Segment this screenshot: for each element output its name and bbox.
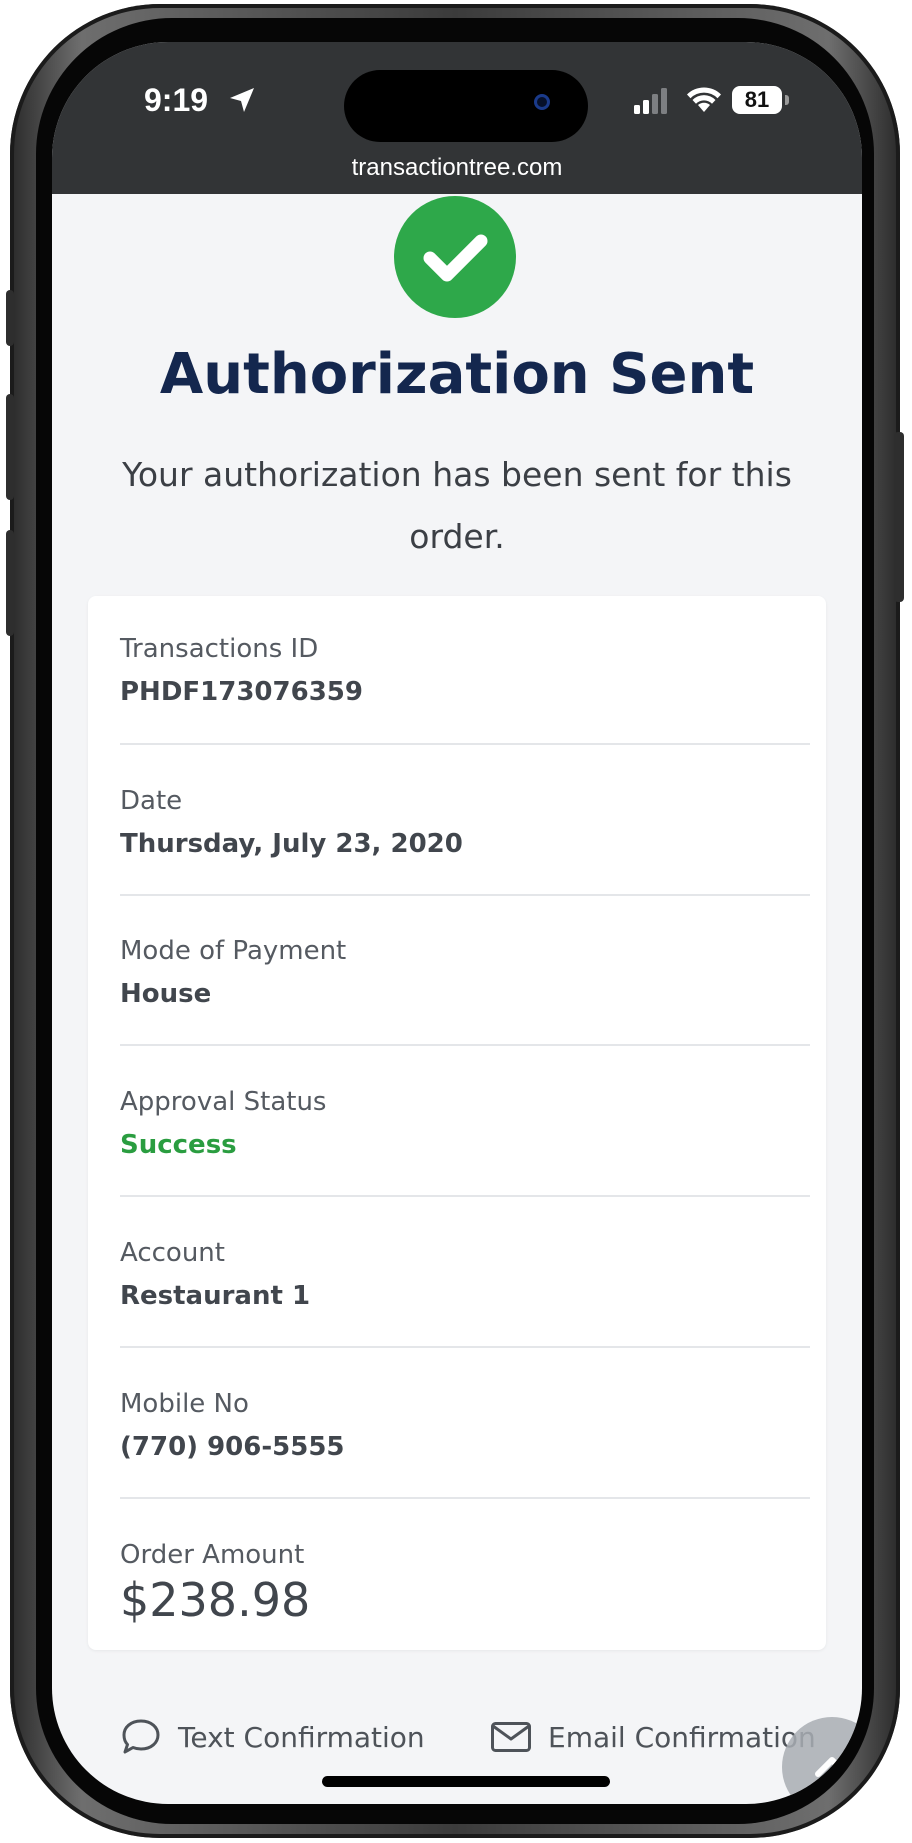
transaction-details-card: Transactions ID PHDF173076359 Date Thurs…: [88, 596, 826, 1650]
email-confirmation-label: Email Confirmation: [548, 1720, 816, 1754]
detail-label: Mobile No: [120, 1389, 249, 1419]
email-confirmation-link[interactable]: Email Confirmation: [490, 1712, 816, 1762]
order-amount-value: $238.98: [120, 1573, 311, 1627]
divider: [120, 894, 810, 896]
chevron-up-icon: [815, 1757, 849, 1777]
divider: [120, 1346, 810, 1348]
checkmark-icon: [394, 196, 516, 318]
detail-value: House: [120, 979, 212, 1009]
detail-value: (770) 906-5555: [120, 1432, 345, 1462]
detail-row-mobile: Mobile No (770) 906-5555: [120, 1387, 810, 1464]
address-bar-url[interactable]: transactiontree.com: [52, 154, 862, 182]
page-title: Authorization Sent: [159, 342, 755, 407]
detail-row-account: Account Restaurant 1: [120, 1236, 810, 1313]
page-subtitle: Your authorization has been sent for thi…: [122, 455, 792, 556]
power-button: [894, 432, 904, 602]
screen: 9:19 81 transactiontree.com Authorizatio…: [52, 42, 862, 1804]
detail-value: Thursday, July 23, 2020: [120, 829, 463, 859]
location-arrow-icon: [228, 86, 256, 118]
text-confirmation-label: Text Confirmation: [178, 1720, 425, 1754]
status-time: 9:19: [144, 82, 209, 118]
detail-label: Transactions ID: [120, 634, 319, 664]
chat-bubble-icon: [122, 1719, 160, 1754]
home-indicator[interactable]: [322, 1776, 610, 1787]
detail-label: Date: [120, 786, 183, 816]
detail-row-date: Date Thursday, July 23, 2020: [120, 784, 810, 861]
battery-tip: [785, 95, 789, 105]
detail-value: Restaurant 1: [120, 1281, 311, 1311]
detail-row-approval-status: Approval Status Success: [120, 1085, 810, 1162]
divider: [120, 1044, 810, 1046]
detail-row-transaction-id: Transactions ID PHDF173076359: [120, 632, 810, 709]
status-bar: 9:19 81 transactiontree.com: [52, 42, 862, 194]
detail-row-order-amount: Order Amount $238.98: [120, 1538, 810, 1628]
divider: [120, 1497, 810, 1499]
action-button: [6, 290, 14, 346]
dynamic-island: [344, 70, 588, 142]
envelope-icon: [491, 1722, 531, 1752]
divider: [120, 743, 810, 745]
status-value: Success: [120, 1130, 237, 1160]
detail-value: PHDF173076359: [120, 677, 363, 707]
detail-label: Mode of Payment: [120, 936, 347, 966]
signal-icon: [632, 88, 672, 118]
battery-icon: 81: [732, 86, 782, 114]
detail-label: Order Amount: [120, 1540, 305, 1570]
phone-frame: 9:19 81 transactiontree.com Authorizatio…: [6, 4, 904, 1838]
text-confirmation-link[interactable]: Text Confirmation: [120, 1712, 425, 1762]
volume-down-button: [6, 530, 14, 636]
detail-row-payment-mode: Mode of Payment House: [120, 934, 810, 1011]
divider: [120, 1195, 810, 1197]
detail-label: Approval Status: [120, 1087, 327, 1117]
volume-up-button: [6, 394, 14, 500]
wifi-icon: [686, 86, 722, 118]
camera-dot: [534, 94, 550, 110]
detail-label: Account: [120, 1238, 225, 1268]
